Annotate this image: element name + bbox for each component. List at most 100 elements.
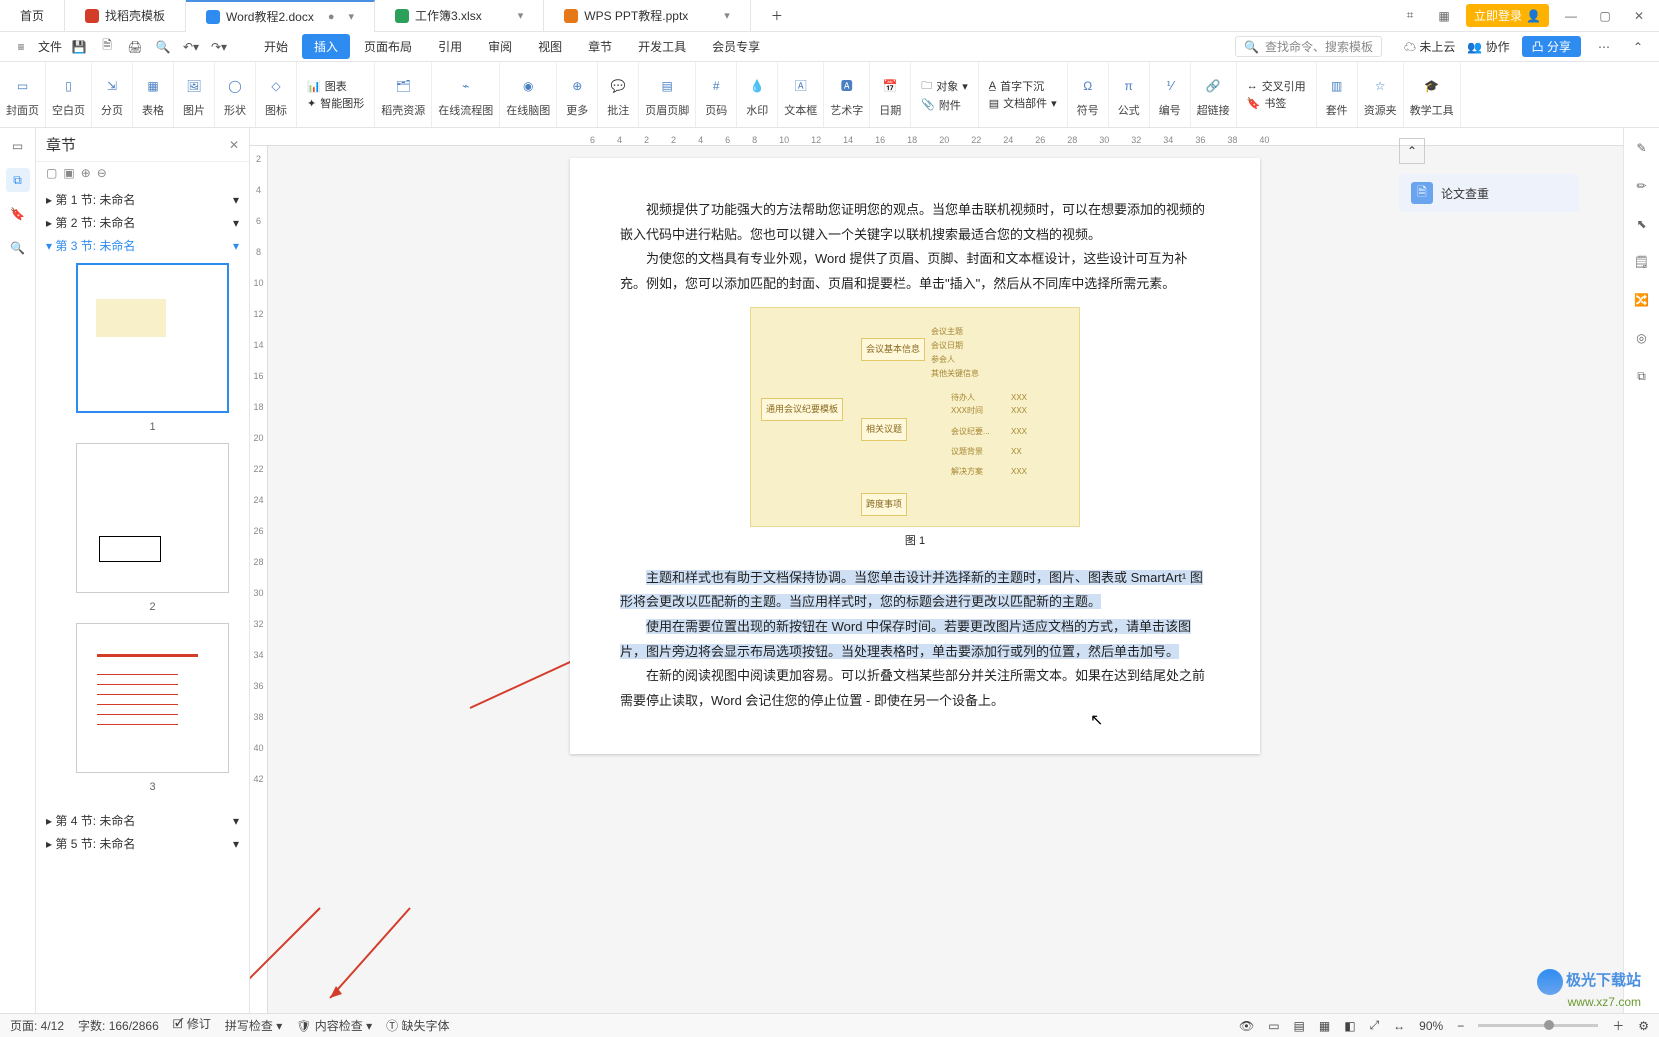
search-rail-icon[interactable]: 🔍 xyxy=(6,236,30,260)
paragraph-4-selected[interactable]: 使用在需要位置出现的新按钮在 Word 中保存时间。若要更改图片适应文档的方式，… xyxy=(620,615,1210,664)
grp-break[interactable]: ⇲分页 xyxy=(92,62,133,127)
section-menu-icon[interactable]: ▾ xyxy=(233,193,239,207)
object-button[interactable]: 🗀 对象 ▾ xyxy=(921,77,968,96)
menu-chapters[interactable]: 章节 xyxy=(576,34,624,59)
grp-resources[interactable]: ☆资源夹 xyxy=(1358,62,1404,127)
cloud-status[interactable]: ☁ 未上云 xyxy=(1404,38,1455,55)
settings-icon[interactable]: ⚙ xyxy=(1638,1019,1649,1033)
web-view-icon[interactable]: ▦ xyxy=(1319,1019,1330,1033)
reading-view-icon[interactable]: ◧ xyxy=(1344,1019,1355,1033)
apps-icon[interactable]: ⌗ xyxy=(1398,4,1422,28)
share-button[interactable]: 凸 分享 xyxy=(1522,36,1581,57)
paragraph-2[interactable]: 为使您的文档具有专业外观，Word 提供了页眉、页脚、封面和文本框设计，这些设计… xyxy=(620,247,1210,296)
menu-insert[interactable]: 插入 xyxy=(302,34,350,59)
grp-blank[interactable]: ▯空白页 xyxy=(46,62,92,127)
grp-chart-smart[interactable]: 📊 图表 ✦ 智能图形 xyxy=(297,62,375,127)
section-menu-icon[interactable]: ▾ xyxy=(233,814,239,828)
close-button[interactable]: ✕ xyxy=(1627,4,1651,28)
new-tab-button[interactable]: ＋ xyxy=(751,0,803,32)
grp-watermark[interactable]: 💧水印 xyxy=(737,62,778,127)
maximize-button[interactable]: ▢ xyxy=(1593,4,1617,28)
page-thumb-3[interactable] xyxy=(76,623,229,773)
content-check[interactable]: 🛡 内容检查 ▾ xyxy=(296,1017,372,1034)
smartart-button[interactable]: ✦ 智能图形 xyxy=(307,95,364,111)
grp-wordart[interactable]: 🅰艺术字 xyxy=(824,62,870,127)
chapter-pane-icon[interactable]: ⧉ xyxy=(6,168,30,192)
login-button[interactable]: 立即登录 👤 xyxy=(1466,4,1549,27)
save-as-icon[interactable]: 🗎 xyxy=(96,36,118,58)
tab-menu-icon[interactable]: ▾ xyxy=(518,9,524,22)
command-search[interactable]: 🔍 查找命令、搜索模板 xyxy=(1235,36,1382,57)
outline-view-icon[interactable]: ▭ xyxy=(6,134,30,158)
home-tab[interactable]: 首页 xyxy=(0,0,65,32)
paragraph-3-selected[interactable]: 主题和样式也有助于文档保持协调。当您单击设计并选择新的主题时，图片、图表或 Sm… xyxy=(620,566,1210,615)
grp-symbol[interactable]: Ω符号 xyxy=(1068,62,1109,127)
menu-view[interactable]: 视图 xyxy=(526,34,574,59)
grp-hyperlink[interactable]: 🔗超链接 xyxy=(1191,62,1237,127)
grp-shape[interactable]: ◯形状 xyxy=(215,62,256,127)
grp-comment[interactable]: 💬批注 xyxy=(598,62,639,127)
grp-textbox[interactable]: 🄰文本框 xyxy=(778,62,824,127)
page-indicator[interactable]: 页面: 4/12 xyxy=(10,1017,64,1034)
tab-menu-icon[interactable]: ▾ xyxy=(724,9,730,22)
section-menu-icon[interactable]: ▾ xyxy=(233,216,239,230)
save-icon[interactable]: 💾 xyxy=(68,36,90,58)
document-page[interactable]: 视频提供了功能强大的方法帮助您证明您的观点。当您单击联机视频时，可以在想要添加的… xyxy=(570,158,1260,754)
grp-header-footer[interactable]: ▤页眉页脚 xyxy=(639,62,696,127)
pin-button[interactable]: ⌃ xyxy=(1399,138,1425,164)
remove-section-icon[interactable]: ⊖ xyxy=(97,166,107,180)
grp-pagenum[interactable]: #页码 xyxy=(696,62,737,127)
grp-numbering[interactable]: ⅟编号 xyxy=(1150,62,1191,127)
location-icon[interactable]: ◎ xyxy=(1630,326,1654,350)
note-icon[interactable]: 🗒 xyxy=(1630,250,1654,274)
expand-all-icon[interactable]: ▢ xyxy=(46,166,57,180)
section-menu-icon[interactable]: ▾ xyxy=(233,239,239,253)
vertical-ruler[interactable]: 24681012141618202224262830323436384042 xyxy=(250,146,268,1013)
grp-cover[interactable]: ▭封面页 xyxy=(0,62,46,127)
section-item-3[interactable]: ▾ 第 3 节: 未命名▾ xyxy=(36,234,249,257)
document-canvas[interactable]: 642246810121416182022242628303234363840 … xyxy=(250,128,1623,1013)
figure-caption[interactable]: 图 1 xyxy=(620,531,1210,552)
grp-flowchart[interactable]: ⌁在线流程图 xyxy=(432,62,500,127)
grp-teaching[interactable]: 🎓教学工具 xyxy=(1404,62,1461,127)
select-icon[interactable]: ⬉ xyxy=(1630,212,1654,236)
grp-equation[interactable]: π公式 xyxy=(1109,62,1150,127)
menu-member[interactable]: 会员专享 xyxy=(700,34,772,59)
plagiarism-check-button[interactable]: 🗎 论文查重 xyxy=(1399,174,1579,212)
missing-font[interactable]: Ⓣ 缺失字体 xyxy=(386,1017,449,1034)
zoom-knob[interactable] xyxy=(1544,1020,1554,1030)
grp-icon[interactable]: ◇图标 xyxy=(256,62,297,127)
undo-icon[interactable]: ↶▾ xyxy=(180,36,202,58)
grp-daoke[interactable]: 🗂稻壳资源 xyxy=(375,62,432,127)
grp-date[interactable]: 📅日期 xyxy=(870,62,911,127)
sidebar-close-icon[interactable]: ✕ xyxy=(229,138,239,152)
translate-icon[interactable]: ⧉ xyxy=(1630,364,1654,388)
collapse-all-icon[interactable]: ▣ xyxy=(63,166,74,180)
section-item-2[interactable]: ▸ 第 2 节: 未命名▾ xyxy=(36,211,249,234)
add-section-icon[interactable]: ⊕ xyxy=(81,166,91,180)
grp-suite[interactable]: ▥套件 xyxy=(1317,62,1358,127)
menu-devtools[interactable]: 开发工具 xyxy=(626,34,698,59)
dropcap-button[interactable]: A̲ 首字下沉 xyxy=(989,78,1057,94)
spell-check[interactable]: 拼写检查 ▾ xyxy=(225,1017,282,1034)
collab-button[interactable]: 👥 协作 xyxy=(1467,38,1509,55)
share-rail-icon[interactable]: 🔀 xyxy=(1630,288,1654,312)
crossref-button[interactable]: ↔ 交叉引用 xyxy=(1247,78,1306,94)
tab-word-doc[interactable]: Word教程2.docx ● ▾ xyxy=(186,0,375,32)
tab-menu-icon[interactable]: ▾ xyxy=(349,10,355,23)
menu-start[interactable]: 开始 xyxy=(252,34,300,59)
menu-pagelayout[interactable]: 页面布局 xyxy=(352,34,424,59)
tab-template[interactable]: 找稻壳模板 xyxy=(65,0,186,32)
attachment-button[interactable]: 📎 附件 xyxy=(921,97,968,113)
grp-picture[interactable]: 🖼图片 xyxy=(174,62,215,127)
tab-ppt-doc[interactable]: WPS PPT教程.pptx ▾ xyxy=(544,0,751,32)
page-thumb-2[interactable] xyxy=(76,443,229,593)
menu-icon[interactable]: ≡ xyxy=(10,36,32,58)
chart-button[interactable]: 📊 图表 xyxy=(307,78,364,94)
bookmark-button[interactable]: 🔖 书签 xyxy=(1247,95,1306,111)
section-item-4[interactable]: ▸ 第 4 节: 未命名▾ xyxy=(36,809,249,832)
redo-icon[interactable]: ↷▾ xyxy=(208,36,230,58)
view-eye-icon[interactable]: 👁 xyxy=(1239,1019,1254,1033)
menu-review[interactable]: 审阅 xyxy=(476,34,524,59)
outline-view-btn-icon[interactable]: ▤ xyxy=(1294,1019,1305,1033)
